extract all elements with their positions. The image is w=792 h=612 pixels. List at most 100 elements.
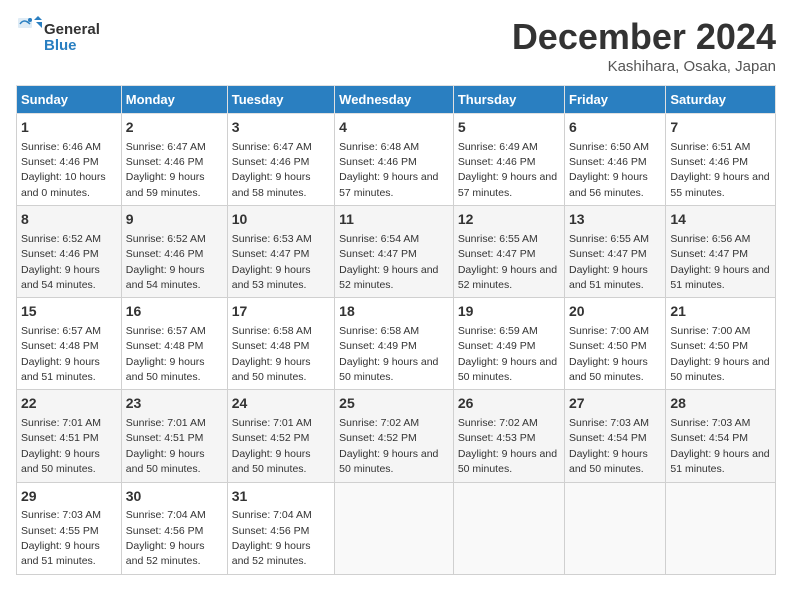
sunrise-info: Sunrise: 6:56 AM [670, 233, 750, 245]
daylight-info: Daylight: 9 hours and 51 minutes. [21, 356, 100, 383]
day-header-thursday: Thursday [453, 86, 564, 114]
calendar-cell: 9 Sunrise: 6:52 AM Sunset: 4:46 PM Dayli… [121, 206, 227, 298]
day-number: 3 [232, 118, 330, 138]
daylight-info: Daylight: 9 hours and 56 minutes. [569, 171, 648, 198]
sunrise-info: Sunrise: 7:04 AM [126, 509, 206, 521]
calendar-cell: 12 Sunrise: 6:55 AM Sunset: 4:47 PM Dayl… [453, 206, 564, 298]
calendar-cell: 27 Sunrise: 7:03 AM Sunset: 4:54 PM Dayl… [565, 390, 666, 482]
calendar-cell [666, 482, 776, 574]
day-number: 2 [126, 118, 223, 138]
sunrise-info: Sunrise: 6:47 AM [232, 141, 312, 153]
calendar-cell: 8 Sunrise: 6:52 AM Sunset: 4:46 PM Dayli… [17, 206, 122, 298]
sunrise-info: Sunrise: 6:58 AM [232, 325, 312, 337]
sunset-info: Sunset: 4:49 PM [339, 340, 417, 352]
sunset-info: Sunset: 4:52 PM [232, 432, 310, 444]
day-number: 25 [339, 394, 449, 414]
sunrise-info: Sunrise: 6:55 AM [458, 233, 538, 245]
day-header-saturday: Saturday [666, 86, 776, 114]
sunrise-info: Sunrise: 7:03 AM [670, 417, 750, 429]
calendar-cell: 15 Sunrise: 6:57 AM Sunset: 4:48 PM Dayl… [17, 298, 122, 390]
calendar-cell: 10 Sunrise: 6:53 AM Sunset: 4:47 PM Dayl… [227, 206, 334, 298]
sunset-info: Sunset: 4:46 PM [339, 156, 417, 168]
day-number: 12 [458, 210, 560, 230]
calendar-table: SundayMondayTuesdayWednesdayThursdayFrid… [16, 85, 776, 575]
sunset-info: Sunset: 4:46 PM [670, 156, 748, 168]
sunset-info: Sunset: 4:55 PM [21, 525, 99, 537]
sunset-info: Sunset: 4:46 PM [21, 248, 99, 260]
month-title: December 2024 [512, 16, 776, 58]
sunset-info: Sunset: 4:50 PM [569, 340, 647, 352]
calendar-cell: 6 Sunrise: 6:50 AM Sunset: 4:46 PM Dayli… [565, 114, 666, 206]
daylight-info: Daylight: 9 hours and 53 minutes. [232, 264, 311, 291]
calendar-cell: 2 Sunrise: 6:47 AM Sunset: 4:46 PM Dayli… [121, 114, 227, 206]
day-number: 8 [21, 210, 117, 230]
day-number: 7 [670, 118, 771, 138]
sunset-info: Sunset: 4:47 PM [458, 248, 536, 260]
daylight-info: Daylight: 9 hours and 50 minutes. [569, 448, 648, 475]
day-header-friday: Friday [565, 86, 666, 114]
daylight-info: Daylight: 9 hours and 57 minutes. [458, 171, 557, 198]
calendar-header-row: SundayMondayTuesdayWednesdayThursdayFrid… [17, 86, 776, 114]
svg-text:Blue: Blue [44, 37, 77, 54]
sunrise-info: Sunrise: 6:52 AM [126, 233, 206, 245]
day-number: 26 [458, 394, 560, 414]
day-number: 27 [569, 394, 661, 414]
calendar-cell: 20 Sunrise: 7:00 AM Sunset: 4:50 PM Dayl… [565, 298, 666, 390]
daylight-info: Daylight: 9 hours and 54 minutes. [126, 264, 205, 291]
sunrise-info: Sunrise: 7:03 AM [569, 417, 649, 429]
calendar-cell: 3 Sunrise: 6:47 AM Sunset: 4:46 PM Dayli… [227, 114, 334, 206]
sunrise-info: Sunrise: 7:02 AM [339, 417, 419, 429]
calendar-cell: 4 Sunrise: 6:48 AM Sunset: 4:46 PM Dayli… [335, 114, 454, 206]
day-number: 30 [126, 487, 223, 507]
day-number: 21 [670, 302, 771, 322]
calendar-cell: 28 Sunrise: 7:03 AM Sunset: 4:54 PM Dayl… [666, 390, 776, 482]
day-number: 11 [339, 210, 449, 230]
day-number: 15 [21, 302, 117, 322]
sunrise-info: Sunrise: 7:01 AM [126, 417, 206, 429]
daylight-info: Daylight: 9 hours and 59 minutes. [126, 171, 205, 198]
daylight-info: Daylight: 9 hours and 51 minutes. [21, 540, 100, 567]
svg-text:General: General [44, 21, 100, 38]
calendar-cell: 19 Sunrise: 6:59 AM Sunset: 4:49 PM Dayl… [453, 298, 564, 390]
day-number: 24 [232, 394, 330, 414]
daylight-info: Daylight: 9 hours and 50 minutes. [458, 356, 557, 383]
calendar-week-row: 8 Sunrise: 6:52 AM Sunset: 4:46 PM Dayli… [17, 206, 776, 298]
sunrise-info: Sunrise: 6:53 AM [232, 233, 312, 245]
calendar-week-row: 15 Sunrise: 6:57 AM Sunset: 4:48 PM Dayl… [17, 298, 776, 390]
sunset-info: Sunset: 4:47 PM [569, 248, 647, 260]
sunrise-info: Sunrise: 6:54 AM [339, 233, 419, 245]
title-block: December 2024 Kashihara, Osaka, Japan [512, 16, 776, 75]
calendar-week-row: 1 Sunrise: 6:46 AM Sunset: 4:46 PM Dayli… [17, 114, 776, 206]
day-number: 9 [126, 210, 223, 230]
daylight-info: Daylight: 9 hours and 51 minutes. [569, 264, 648, 291]
sunrise-info: Sunrise: 7:01 AM [21, 417, 101, 429]
calendar-week-row: 22 Sunrise: 7:01 AM Sunset: 4:51 PM Dayl… [17, 390, 776, 482]
calendar-cell: 18 Sunrise: 6:58 AM Sunset: 4:49 PM Dayl… [335, 298, 454, 390]
calendar-cell: 13 Sunrise: 6:55 AM Sunset: 4:47 PM Dayl… [565, 206, 666, 298]
sunset-info: Sunset: 4:49 PM [458, 340, 536, 352]
calendar-cell: 22 Sunrise: 7:01 AM Sunset: 4:51 PM Dayl… [17, 390, 122, 482]
calendar-cell: 17 Sunrise: 6:58 AM Sunset: 4:48 PM Dayl… [227, 298, 334, 390]
daylight-info: Daylight: 10 hours and 0 minutes. [21, 171, 106, 198]
sunset-info: Sunset: 4:48 PM [126, 340, 204, 352]
sunset-info: Sunset: 4:51 PM [21, 432, 99, 444]
calendar-cell: 29 Sunrise: 7:03 AM Sunset: 4:55 PM Dayl… [17, 482, 122, 574]
day-number: 14 [670, 210, 771, 230]
day-number: 10 [232, 210, 330, 230]
calendar-cell: 21 Sunrise: 7:00 AM Sunset: 4:50 PM Dayl… [666, 298, 776, 390]
daylight-info: Daylight: 9 hours and 50 minutes. [126, 356, 205, 383]
calendar-week-row: 29 Sunrise: 7:03 AM Sunset: 4:55 PM Dayl… [17, 482, 776, 574]
daylight-info: Daylight: 9 hours and 50 minutes. [126, 448, 205, 475]
sunset-info: Sunset: 4:46 PM [21, 156, 99, 168]
day-number: 23 [126, 394, 223, 414]
day-number: 20 [569, 302, 661, 322]
sunset-info: Sunset: 4:46 PM [232, 156, 310, 168]
sunrise-info: Sunrise: 7:02 AM [458, 417, 538, 429]
calendar-cell: 5 Sunrise: 6:49 AM Sunset: 4:46 PM Dayli… [453, 114, 564, 206]
sunset-info: Sunset: 4:46 PM [458, 156, 536, 168]
sunset-info: Sunset: 4:53 PM [458, 432, 536, 444]
daylight-info: Daylight: 9 hours and 52 minutes. [232, 540, 311, 567]
sunrise-info: Sunrise: 6:49 AM [458, 141, 538, 153]
sunrise-info: Sunrise: 7:01 AM [232, 417, 312, 429]
calendar-cell: 23 Sunrise: 7:01 AM Sunset: 4:51 PM Dayl… [121, 390, 227, 482]
